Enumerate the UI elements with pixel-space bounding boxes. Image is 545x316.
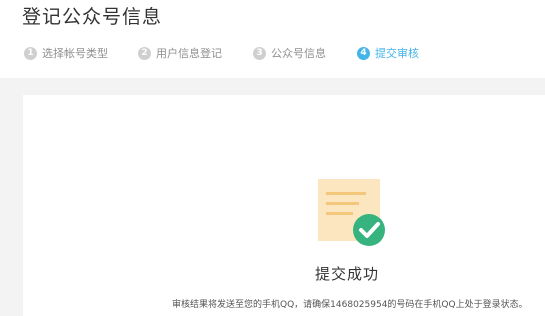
success-description: 审核结果将发送至您的手机QQ，请确保1468025954的号码在手机QQ上处于登… bbox=[172, 300, 528, 310]
register-page: 登记公众号信息 1 选择帐号类型 2 用户信息登记 3 公众号信息 4 提交审核 bbox=[0, 0, 545, 316]
step-4-label: 提交审核 bbox=[375, 47, 419, 60]
step-2-number: 2 bbox=[138, 46, 151, 60]
step-1-number: 1 bbox=[24, 46, 37, 60]
step-4-number: 4 bbox=[357, 46, 370, 60]
step-2-label: 用户信息登记 bbox=[156, 47, 222, 60]
step-1: 1 选择帐号类型 bbox=[24, 45, 108, 61]
step-2: 2 用户信息登记 bbox=[138, 45, 222, 61]
success-title: 提交成功 bbox=[314, 265, 379, 283]
step-3-label: 公众号信息 bbox=[271, 47, 326, 60]
document-check-icon bbox=[318, 179, 386, 247]
page-title: 登记公众号信息 bbox=[22, 6, 163, 28]
step-3: 3 公众号信息 bbox=[253, 45, 326, 61]
step-1-label: 选择帐号类型 bbox=[42, 47, 108, 60]
step-4-current: 4 提交审核 bbox=[357, 45, 419, 61]
step-3-number: 3 bbox=[253, 46, 266, 60]
